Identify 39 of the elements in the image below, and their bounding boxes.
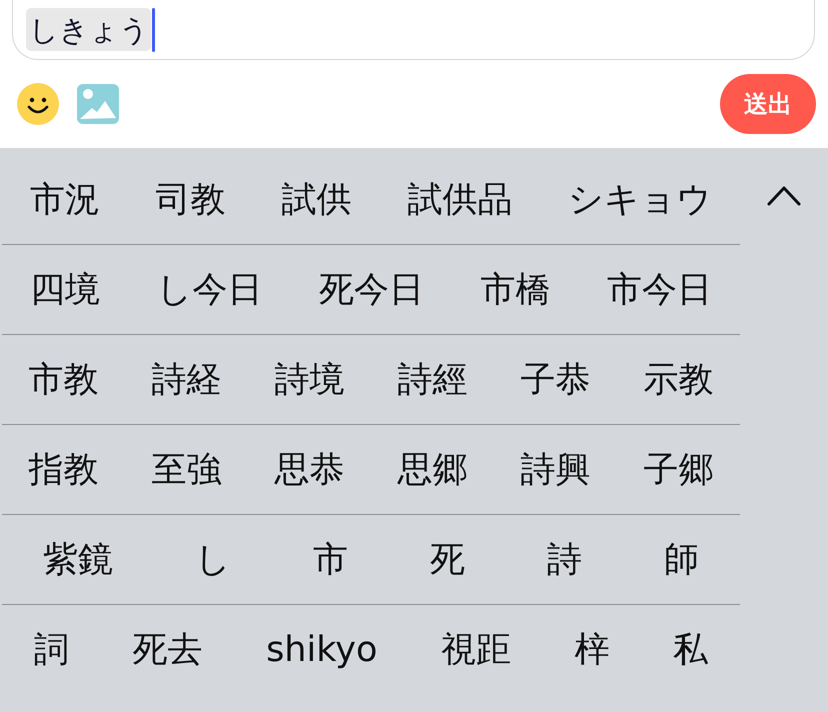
candidate-word[interactable]: 死去: [100, 605, 234, 694]
candidate-word[interactable]: 思恭: [248, 425, 371, 514]
candidate-word[interactable]: 試供品: [379, 155, 540, 244]
candidate-word[interactable]: 詩興: [494, 425, 617, 514]
input-text: しきょう: [26, 8, 151, 51]
candidate-word[interactable]: シキョウ: [540, 155, 740, 244]
candidate-word[interactable]: shikyo: [234, 605, 410, 694]
candidate-word[interactable]: 師: [623, 515, 740, 604]
candidate-word[interactable]: 思郷: [371, 425, 494, 514]
candidate-word[interactable]: 司教: [128, 155, 254, 244]
candidate-word[interactable]: 指教: [2, 425, 125, 514]
candidate-word[interactable]: 市: [272, 515, 389, 604]
smiley-icon[interactable]: [17, 83, 59, 125]
candidate-word[interactable]: 詩経: [125, 335, 248, 424]
candidate-word[interactable]: 至強: [125, 425, 248, 514]
candidate-word[interactable]: 死: [389, 515, 506, 604]
candidate-word[interactable]: 詞: [2, 605, 101, 694]
candidate-word[interactable]: 四境: [2, 245, 128, 334]
candidate-word[interactable]: 梓: [542, 605, 642, 694]
candidate-word[interactable]: 死今日: [290, 245, 452, 334]
candidate-word[interactable]: し今日: [128, 245, 291, 334]
candidate-word[interactable]: 試供: [254, 155, 380, 244]
candidate-word[interactable]: 市橋: [452, 245, 579, 334]
candidate-word[interactable]: 私: [641, 605, 740, 694]
candidate-word[interactable]: 詩: [506, 515, 623, 604]
candidate-word[interactable]: し: [154, 515, 272, 604]
candidate-word[interactable]: 市今日: [578, 245, 740, 334]
message-field[interactable]: しきょう: [12, 0, 815, 60]
candidate-word[interactable]: 詩境: [248, 335, 371, 424]
candidate-word[interactable]: 子郷: [617, 425, 740, 514]
text-cursor-icon: [152, 8, 155, 52]
candidate-word[interactable]: 示教: [617, 335, 740, 424]
candidate-word[interactable]: 紫鏡: [2, 515, 154, 604]
chevron-up-icon[interactable]: [767, 184, 801, 206]
candidate-word[interactable]: 市況: [2, 155, 128, 244]
candidate-word[interactable]: 詩經: [371, 335, 494, 424]
candidate-word[interactable]: 子恭: [494, 335, 617, 424]
candidate-word[interactable]: 市教: [2, 335, 125, 424]
candidate-word[interactable]: 視距: [409, 605, 543, 694]
